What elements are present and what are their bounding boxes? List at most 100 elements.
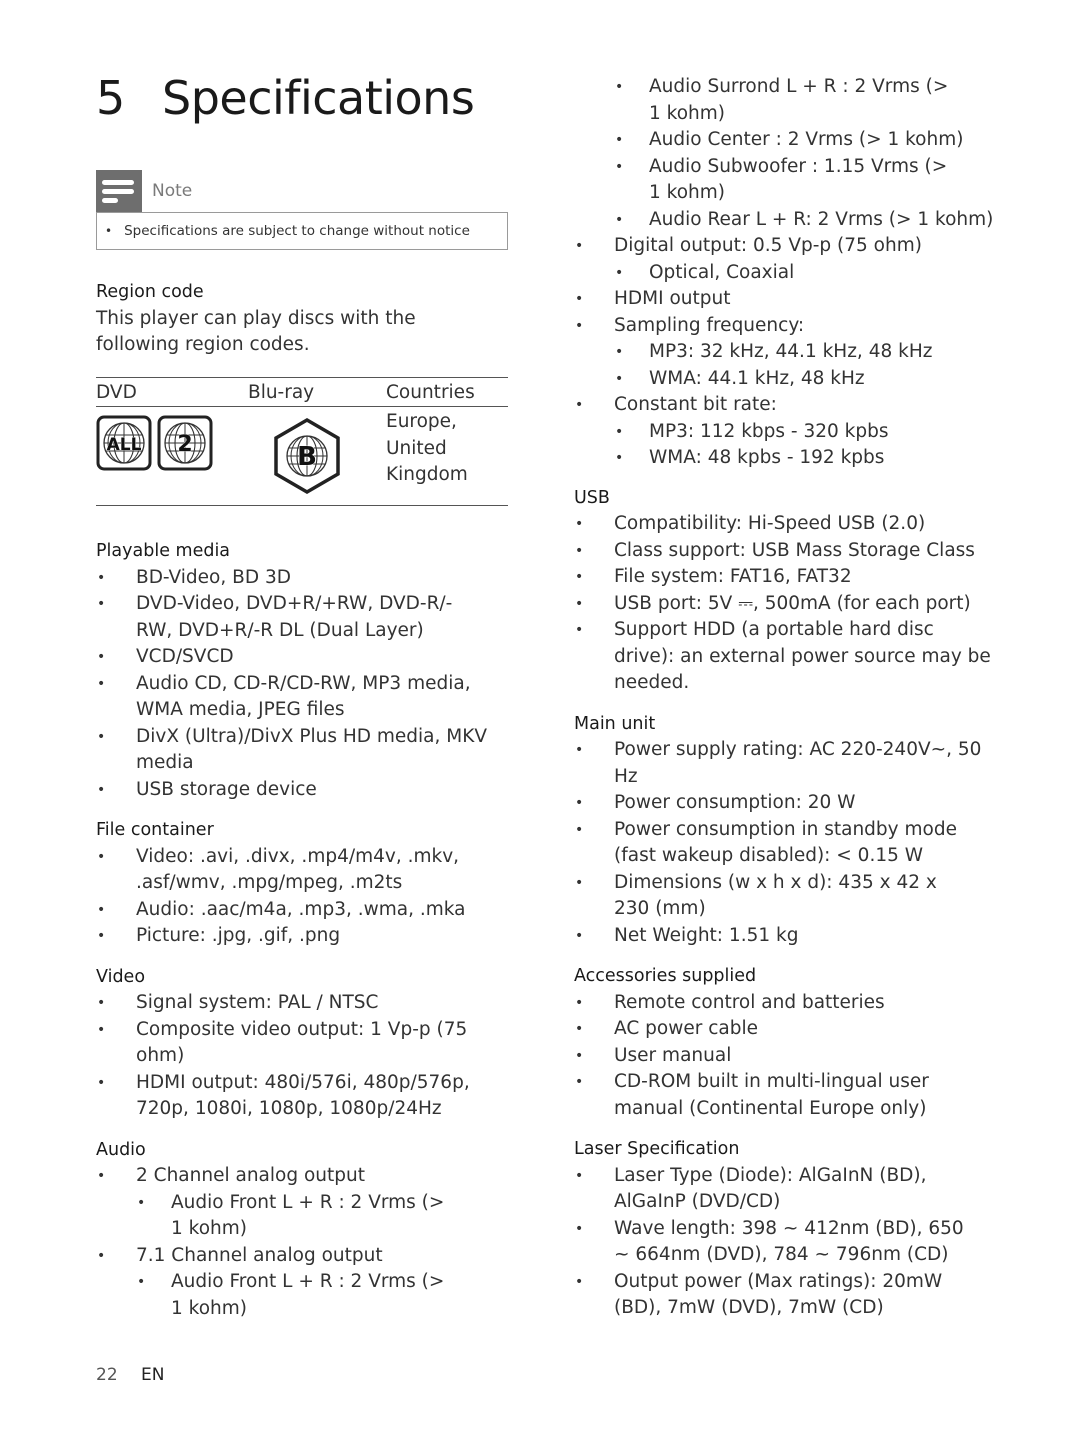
- audio-heading: Audio: [96, 1139, 146, 1160]
- dvd-region-icons: ALL 2: [96, 407, 248, 505]
- sub-list-item: Audio Center : 2 Vrms (> 1 kohm): [614, 127, 994, 154]
- list-item: 2 Channel analog output Audio Front L + …: [96, 1163, 510, 1243]
- sampling-frequency-label: Sampling frequency:: [614, 314, 805, 336]
- list-item: USB port: 5V ⎓, 500mA (for each port): [574, 591, 994, 618]
- list-item: Remote control and batteries: [574, 990, 994, 1017]
- countries-cell: Europe, United Kingdom: [386, 407, 468, 505]
- region-code-section: Region code This player can play discs w…: [96, 279, 510, 359]
- list-item: Power supply rating: AC 220-240V~, 50 Hz: [574, 737, 994, 790]
- page-number: 22: [96, 1365, 118, 1385]
- list-item: Laser Type (Diode): AlGaInN (BD), AlGaIn…: [574, 1163, 994, 1216]
- list-item: Audio: .aac/m4a, .mp3, .wma, .mka: [96, 897, 510, 924]
- list-item: Composite video output: 1 Vp-p (75 ohm): [96, 1017, 510, 1070]
- list-item: VCD/SVCD: [96, 644, 510, 671]
- note-box: Note • Specifications are subject to cha…: [96, 170, 508, 250]
- playable-media-list: BD-Video, BD 3D DVD-Video, DVD+R/+RW, DV…: [96, 565, 510, 804]
- main-unit-list: Power supply rating: AC 220-240V~, 50 Hz…: [574, 737, 994, 949]
- list-item: Audio CD, CD-R/CD-RW, MP3 media, WMA med…: [96, 671, 476, 724]
- audio-list: 2 Channel analog output Audio Front L + …: [96, 1163, 510, 1322]
- sub-list-item: MP3: 112 kbps - 320 kpbs: [614, 419, 994, 446]
- page-title: 5 Specifications: [96, 68, 475, 128]
- constant-bit-rate-sublist: MP3: 112 kbps - 320 kpbs WMA: 48 kpbs - …: [614, 419, 994, 472]
- file-container-list: Video: .avi, .divx, .mp4/m4v, .mkv, .asf…: [96, 844, 510, 950]
- bullet-icon: •: [105, 224, 113, 238]
- video-heading: Video: [96, 966, 146, 987]
- sub-list-item: Audio Front L + R : 2 Vrms (> 1 kohm): [136, 1269, 451, 1322]
- accessories-heading: Accessories supplied: [574, 966, 757, 986]
- digital-output-label: Digital output: 0.5 Vp-p (75 ohm): [614, 235, 922, 256]
- bluray-region-b-icon: B: [274, 417, 340, 495]
- sub-list-item: Audio Front L + R : 2 Vrms (> 1 kohm): [136, 1190, 451, 1243]
- seven-one-channel-sublist-part1: Audio Front L + R : 2 Vrms (> 1 kohm): [136, 1269, 510, 1322]
- dvd-region-2-label: 2: [177, 432, 192, 457]
- region-table-row: ALL 2 B Europe, United Kingdom: [96, 407, 508, 506]
- bluray-region-b-label: B: [297, 442, 317, 472]
- section-number: 5: [96, 71, 125, 125]
- usb-heading: USB: [574, 487, 610, 508]
- country-line: United: [386, 437, 447, 459]
- section-title: Specifications: [162, 71, 475, 125]
- sampling-frequency-sublist: MP3: 32 kHz, 44.1 kHz, 48 kHz WMA: 44.1 …: [614, 339, 994, 392]
- language-code: EN: [141, 1365, 165, 1385]
- bluray-region-icon-cell: B: [248, 407, 386, 505]
- list-item: AC power cable: [574, 1016, 994, 1043]
- list-item: BD-Video, BD 3D: [96, 565, 510, 592]
- list-item: Power consumption in standby mode (fast …: [574, 817, 994, 870]
- list-item: DivX (Ultra)/DivX Plus HD media, MKV med…: [96, 724, 496, 777]
- note-label: Note: [152, 181, 193, 201]
- region-code-heading: Region code: [96, 282, 204, 302]
- right-column: Audio Surrond L + R : 2 Vrms (> 1 kohm) …: [574, 74, 994, 1322]
- left-column: Playable media BD-Video, BD 3D DVD-Video…: [96, 538, 510, 1322]
- two-channel-label: 2 Channel analog output: [136, 1165, 365, 1186]
- note-body: • Specifications are subject to change w…: [96, 212, 508, 250]
- laser-heading: Laser Specification: [574, 1139, 740, 1159]
- column-header-bluray: Blu-ray: [248, 381, 315, 403]
- list-item: USB storage device: [96, 777, 510, 804]
- two-channel-sublist: Audio Front L + R : 2 Vrms (> 1 kohm): [136, 1190, 510, 1243]
- list-item: Signal system: PAL / NTSC: [96, 990, 510, 1017]
- list-item: User manual: [574, 1043, 994, 1070]
- country-line: Kingdom: [386, 464, 468, 485]
- playable-media-heading: Playable media: [96, 541, 231, 561]
- page-footer: 22 EN: [96, 1365, 165, 1385]
- note-text: Specifications are subject to change wit…: [124, 223, 470, 239]
- note-header: Note: [96, 170, 508, 212]
- list-item: Net Weight: 1.51 kg: [574, 923, 994, 950]
- list-item: Power consumption: 20 W: [574, 790, 994, 817]
- seven-one-channel-sublist-part2: Audio Surrond L + R : 2 Vrms (> 1 kohm) …: [614, 74, 994, 233]
- list-item: DVD-Video, DVD+R/+RW, DVD-R/-RW, DVD+R/-…: [96, 591, 476, 644]
- list-item: File system: FAT16, FAT32: [574, 564, 994, 591]
- constant-bit-rate-label: Constant bit rate:: [614, 394, 777, 415]
- region-code-table: DVD Blu-ray Countries ALL 2 B Europe, Un…: [96, 377, 508, 506]
- sub-list-item: WMA: 44.1 kHz, 48 kHz: [614, 366, 994, 393]
- list-item: Sampling frequency: MP3: 32 kHz, 44.1 kH…: [574, 313, 994, 393]
- list-item: Output power (Max ratings): 20mW (BD), 7…: [574, 1269, 994, 1322]
- sub-list-item: Audio Subwoofer : 1.15 Vrms (> 1 kohm): [614, 154, 959, 207]
- dvd-region-2-icon: 2: [157, 415, 213, 471]
- accessories-list: Remote control and batteries AC power ca…: [574, 990, 994, 1123]
- list-item: 7.1 Channel analog output Audio Front L …: [96, 1243, 510, 1323]
- list-item: Wave length: 398 ~ 412nm (BD), 650 ~ 664…: [574, 1216, 974, 1269]
- note-icon: [96, 170, 142, 212]
- seven-one-channel-label: 7.1 Channel analog output: [136, 1244, 383, 1266]
- column-header-dvd: DVD: [96, 381, 137, 403]
- list-item: Video: .avi, .divx, .mp4/m4v, .mkv, .asf…: [96, 844, 498, 897]
- list-item: Constant bit rate: MP3: 112 kbps - 320 k…: [574, 392, 994, 472]
- audio-list-continued: Digital output: 0.5 Vp-p (75 ohm) Optica…: [574, 233, 994, 472]
- list-item: Class support: USB Mass Storage Class: [574, 538, 994, 565]
- video-list: Signal system: PAL / NTSC Composite vide…: [96, 990, 510, 1123]
- sub-list-item: WMA: 48 kpbs - 192 kpbs: [614, 445, 994, 472]
- list-item: Support HDD (a portable hard disc drive)…: [574, 617, 994, 697]
- dvd-region-all-icon: ALL: [96, 415, 152, 471]
- region-table-header: DVD Blu-ray Countries: [96, 378, 508, 407]
- digital-output-sublist: Optical, Coaxial: [614, 260, 994, 287]
- main-unit-heading: Main unit: [574, 713, 656, 734]
- column-header-countries: Countries: [386, 381, 475, 403]
- list-item: HDMI output: [574, 286, 994, 313]
- laser-list: Laser Type (Diode): AlGaInN (BD), AlGaIn…: [574, 1163, 994, 1322]
- dvd-region-all-label: ALL: [107, 435, 142, 455]
- list-item: Dimensions (w x h x d): 435 x 42 x 230 (…: [574, 870, 974, 923]
- list-item: HDMI output: 480i/576i, 480p/576p, 720p,…: [96, 1070, 502, 1123]
- sub-list-item: MP3: 32 kHz, 44.1 kHz, 48 kHz: [614, 339, 994, 366]
- list-item: CD-ROM built in multi-lingual user manua…: [574, 1069, 994, 1122]
